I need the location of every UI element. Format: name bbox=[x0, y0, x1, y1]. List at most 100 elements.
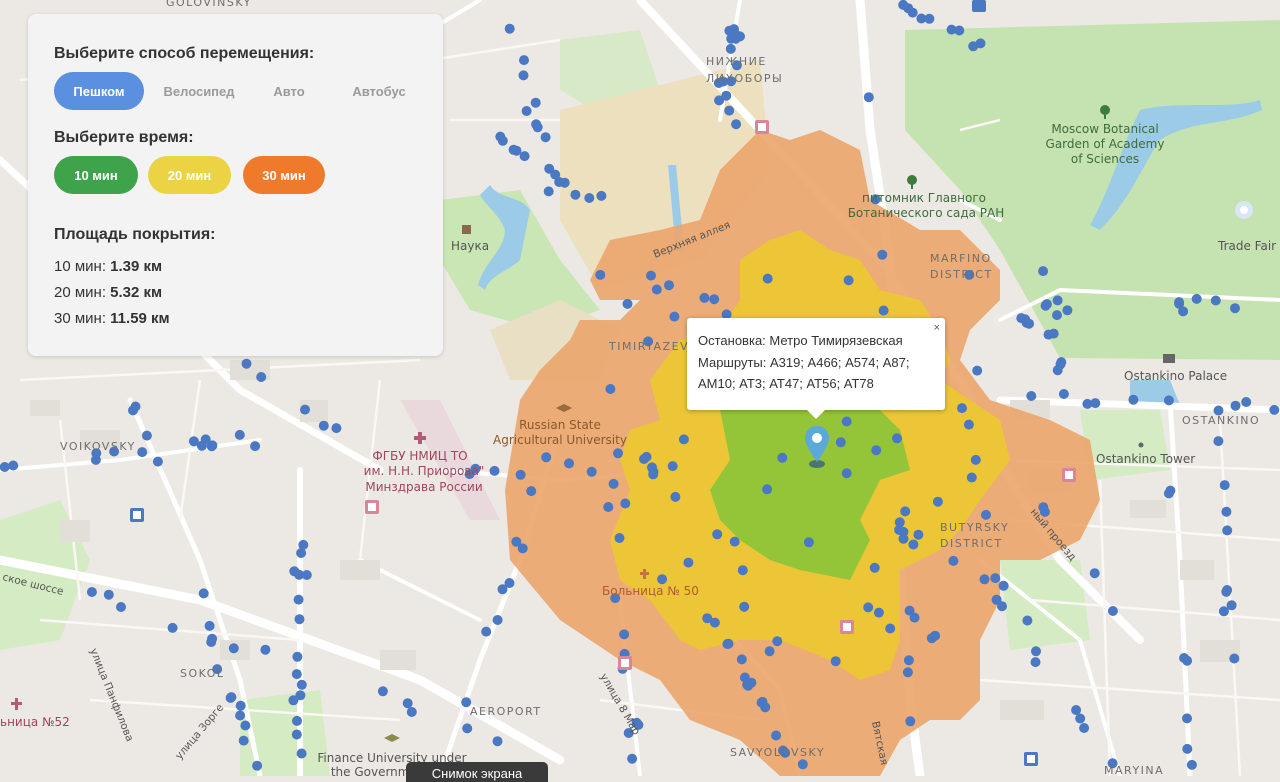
bus-stop-marker[interactable] bbox=[495, 131, 506, 142]
bus-stop-marker[interactable] bbox=[504, 23, 515, 34]
bus-stop-marker[interactable] bbox=[1221, 506, 1232, 517]
bus-stop-marker[interactable] bbox=[873, 607, 884, 618]
bus-stop-marker[interactable] bbox=[841, 416, 852, 427]
bus-stop-marker[interactable] bbox=[1048, 328, 1059, 339]
bus-stop-marker[interactable] bbox=[288, 695, 299, 706]
bus-stop-marker[interactable] bbox=[1163, 488, 1174, 499]
bus-stop-marker[interactable] bbox=[235, 710, 246, 721]
bus-stop-marker[interactable] bbox=[586, 466, 597, 477]
map-pin-icon[interactable] bbox=[804, 424, 830, 470]
bus-stop-marker[interactable] bbox=[130, 401, 141, 412]
bus-stop-marker[interactable] bbox=[206, 637, 217, 647]
bus-stop-marker[interactable] bbox=[1052, 310, 1062, 321]
bus-stop-marker[interactable] bbox=[492, 736, 503, 747]
bus-stop-marker[interactable] bbox=[903, 655, 914, 666]
bus-stop-marker[interactable] bbox=[841, 468, 852, 479]
bus-stop-marker[interactable] bbox=[300, 404, 310, 415]
bus-stop-marker[interactable] bbox=[515, 469, 526, 480]
bus-stop-marker[interactable] bbox=[863, 602, 874, 613]
bus-stop-marker[interactable] bbox=[1055, 359, 1066, 370]
bus-stop-marker[interactable] bbox=[519, 55, 529, 66]
bus-stop-marker[interactable] bbox=[152, 456, 163, 467]
bus-stop-marker[interactable] bbox=[198, 588, 209, 599]
bus-stop-marker[interactable] bbox=[1222, 585, 1233, 595]
bus-stop-marker[interactable] bbox=[1107, 606, 1118, 616]
bus-stop-marker[interactable] bbox=[206, 441, 217, 452]
bus-stop-marker[interactable] bbox=[225, 692, 236, 703]
bus-stop-marker[interactable] bbox=[521, 106, 532, 116]
bus-stop-marker[interactable] bbox=[797, 759, 808, 770]
bus-stop-marker[interactable] bbox=[291, 669, 302, 680]
bus-stop-marker[interactable] bbox=[504, 578, 515, 588]
bus-stop-marker[interactable] bbox=[963, 419, 974, 430]
bus-stop-marker[interactable] bbox=[613, 448, 623, 459]
bus-stop-marker[interactable] bbox=[885, 623, 896, 634]
bus-stop-marker[interactable] bbox=[235, 700, 246, 711]
bus-stop-marker[interactable] bbox=[1219, 480, 1230, 491]
bus-stop-marker[interactable] bbox=[948, 555, 959, 566]
bus-stop-marker[interactable] bbox=[877, 249, 888, 260]
bus-stop-marker[interactable] bbox=[511, 145, 522, 156]
bus-stop-marker[interactable] bbox=[103, 589, 114, 600]
bus-stop-marker[interactable] bbox=[518, 70, 529, 81]
bus-stop-marker[interactable] bbox=[997, 601, 1007, 612]
bus-stop-marker[interactable] bbox=[1241, 397, 1252, 407]
bus-stop-marker[interactable] bbox=[916, 13, 927, 24]
bus-stop-marker[interactable] bbox=[726, 33, 737, 44]
time-30-button[interactable]: 30 мин bbox=[243, 156, 325, 194]
bus-stop-marker[interactable] bbox=[8, 460, 19, 471]
bus-stop-marker[interactable] bbox=[709, 294, 720, 305]
bus-stop-marker[interactable] bbox=[291, 729, 302, 740]
bus-stop-marker[interactable] bbox=[699, 292, 710, 303]
bus-stop-marker[interactable] bbox=[1222, 525, 1233, 536]
bus-stop-marker[interactable] bbox=[559, 177, 570, 188]
time-20-button[interactable]: 20 мин bbox=[148, 156, 231, 194]
bus-stop-marker[interactable] bbox=[241, 358, 252, 369]
bus-stop-marker[interactable] bbox=[570, 189, 581, 200]
bus-stop-marker[interactable] bbox=[292, 651, 303, 662]
bus-stop-marker[interactable] bbox=[803, 537, 814, 548]
bus-stop-marker[interactable] bbox=[532, 122, 543, 133]
bus-stop-marker[interactable] bbox=[481, 626, 492, 637]
bus-stop-marker[interactable] bbox=[843, 275, 854, 286]
mode-walk-button[interactable]: Пешком bbox=[54, 72, 144, 110]
bus-stop-marker[interactable] bbox=[1128, 394, 1139, 405]
bus-stop-marker[interactable] bbox=[530, 97, 541, 108]
bus-stop-marker[interactable] bbox=[712, 529, 723, 540]
bus-stop-marker[interactable] bbox=[292, 715, 302, 726]
bus-stop-marker[interactable] bbox=[651, 284, 662, 295]
bus-stop-marker[interactable] bbox=[137, 447, 148, 458]
bus-stop-marker[interactable] bbox=[1058, 389, 1069, 399]
bus-stop-marker[interactable] bbox=[86, 587, 97, 597]
bus-stop-marker[interactable] bbox=[907, 7, 918, 18]
bus-stop-marker[interactable] bbox=[724, 105, 735, 116]
bus-stop-marker[interactable] bbox=[1182, 743, 1193, 754]
bus-stop-marker[interactable] bbox=[1079, 723, 1090, 733]
bus-stop-marker[interactable] bbox=[722, 639, 733, 649]
bus-stop-marker[interactable] bbox=[913, 529, 924, 540]
bus-stop-marker[interactable] bbox=[742, 679, 753, 690]
bus-stop-marker[interactable] bbox=[762, 273, 773, 284]
bus-stop-marker[interactable] bbox=[894, 524, 905, 535]
bus-stop-marker[interactable] bbox=[972, 365, 983, 376]
bus-stop-marker[interactable] bbox=[900, 506, 911, 517]
bus-stop-marker[interactable] bbox=[1052, 295, 1063, 306]
bus-stop-marker[interactable] bbox=[835, 437, 846, 448]
bus-stop-marker[interactable] bbox=[90, 454, 101, 465]
bus-stop-marker[interactable] bbox=[772, 636, 783, 647]
bus-stop-marker[interactable] bbox=[1182, 655, 1193, 666]
bus-stop-marker[interactable] bbox=[946, 24, 957, 35]
bus-stop-marker[interactable] bbox=[757, 696, 768, 707]
bus-stop-marker[interactable] bbox=[240, 720, 251, 731]
bus-stop-marker[interactable] bbox=[777, 452, 788, 463]
bus-stop-marker[interactable] bbox=[664, 280, 674, 291]
bus-stop-marker[interactable] bbox=[250, 441, 261, 452]
bus-stop-marker[interactable] bbox=[729, 536, 740, 547]
bus-stop-marker[interactable] bbox=[1062, 305, 1073, 316]
bus-stop-marker[interactable] bbox=[990, 573, 1001, 584]
bus-stop-marker[interactable] bbox=[926, 633, 937, 644]
bus-stop-marker[interactable] bbox=[667, 461, 678, 472]
bus-stop-marker[interactable] bbox=[1090, 398, 1101, 409]
bus-stop-marker[interactable] bbox=[908, 539, 919, 550]
bus-stop-marker[interactable] bbox=[543, 186, 554, 197]
